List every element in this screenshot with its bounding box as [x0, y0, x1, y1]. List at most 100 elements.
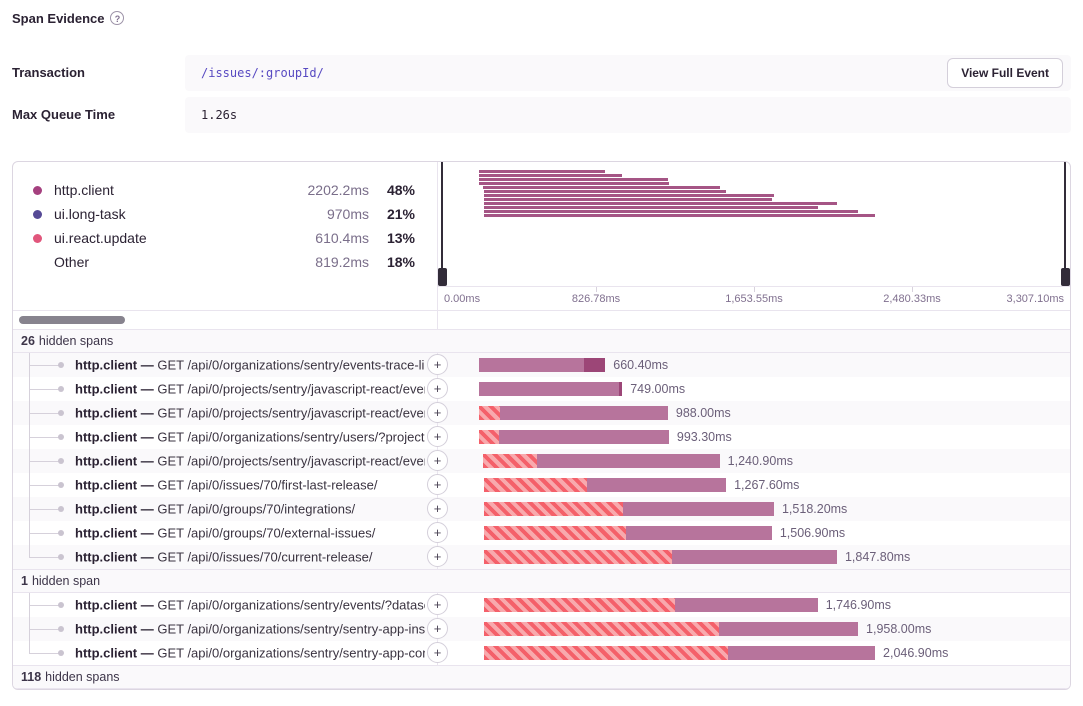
- span-bar[interactable]: [623, 502, 774, 516]
- span-description-cell: http.client — GET /api/0/groups/70/exter…: [13, 521, 438, 545]
- expand-span-button[interactable]: +: [427, 402, 448, 423]
- minimap-span-bar: [483, 186, 720, 189]
- span-description: http.client — GET /api/0/organizations/s…: [75, 646, 425, 661]
- span-duration-cell: 1,847.80ms: [438, 545, 1070, 569]
- span-bar[interactable]: [672, 550, 837, 564]
- handle-grip-icon: [1061, 268, 1070, 286]
- tree-connector-line: [29, 365, 60, 366]
- expand-span-button[interactable]: +: [427, 546, 448, 567]
- span-duration-label: 1,267.60ms: [734, 478, 799, 492]
- axis-tick-mark: [912, 287, 913, 292]
- span-bar-delay-segment: [484, 550, 673, 564]
- hidden-spans-text: hidden spans: [45, 670, 119, 684]
- expand-span-button[interactable]: +: [427, 474, 448, 495]
- span-http-description: GET /api/0/issues/70/current-release/: [157, 550, 372, 565]
- tree-node-dot-icon: [58, 554, 64, 560]
- expand-span-button[interactable]: +: [427, 594, 448, 615]
- tree-node-dot-icon: [58, 458, 64, 464]
- span-row[interactable]: http.client — GET /api/0/organizations/s…: [13, 593, 1070, 617]
- expand-span-button[interactable]: +: [427, 618, 448, 639]
- expand-span-button[interactable]: +: [427, 642, 448, 663]
- span-bar[interactable]: [728, 646, 876, 660]
- span-bar[interactable]: [479, 382, 619, 396]
- expand-span-button[interactable]: +: [427, 378, 448, 399]
- span-bar[interactable]: [500, 406, 668, 420]
- max-queue-time-label: Max Queue Time: [12, 97, 185, 133]
- minimap-right-handle[interactable]: [1061, 162, 1070, 286]
- span-bar-delay-segment: [484, 646, 728, 660]
- span-row[interactable]: http.client — GET /api/0/groups/70/integ…: [13, 497, 1070, 521]
- span-row[interactable]: http.client — GET /api/0/issues/70/curre…: [13, 545, 1070, 569]
- span-http-description: GET /api/0/organizations/sentry/sentry-a…: [157, 646, 425, 661]
- span-duration-label: 993.30ms: [677, 430, 732, 444]
- expand-span-button[interactable]: +: [427, 498, 448, 519]
- legend-op-percent: 48%: [369, 182, 415, 198]
- span-row[interactable]: http.client — GET /api/0/organizations/s…: [13, 641, 1070, 665]
- view-full-event-button[interactable]: View Full Event: [947, 58, 1063, 88]
- span-bar[interactable]: [479, 358, 584, 372]
- span-duration-label: 1,506.90ms: [780, 526, 845, 540]
- expand-span-button[interactable]: +: [427, 450, 448, 471]
- span-op-label: http.client —: [75, 526, 157, 541]
- span-bar-delay-segment: [484, 598, 675, 612]
- span-row[interactable]: http.client — GET /api/0/projects/sentry…: [13, 401, 1070, 425]
- span-http-description: GET /api/0/groups/70/integrations/: [157, 502, 355, 517]
- transaction-label: Transaction: [12, 55, 185, 91]
- minimap-span-bar: [484, 206, 818, 209]
- span-row[interactable]: http.client — GET /api/0/issues/70/first…: [13, 473, 1070, 497]
- expand-span-button[interactable]: +: [427, 354, 448, 375]
- expand-span-button[interactable]: +: [427, 426, 448, 447]
- tree-node-dot-icon: [58, 434, 64, 440]
- span-bar-delay-segment: [479, 430, 499, 444]
- axis-tick-mark: [754, 287, 755, 292]
- span-op-label: http.client —: [75, 622, 157, 637]
- span-bar[interactable]: [719, 622, 858, 636]
- max-queue-time-value-box: 1.26s: [185, 97, 1071, 133]
- page-title-row: Span Evidence ?: [12, 10, 1071, 26]
- span-description-cell: http.client — GET /api/0/organizations/s…: [13, 425, 438, 449]
- span-row[interactable]: http.client — GET /api/0/organizations/s…: [13, 353, 1070, 377]
- span-bar[interactable]: [675, 598, 818, 612]
- span-bar[interactable]: [626, 526, 772, 540]
- minimap-span-bar: [484, 198, 772, 201]
- span-bar[interactable]: [499, 430, 669, 444]
- scrollbar-thumb[interactable]: [19, 316, 125, 324]
- span-row[interactable]: http.client — GET /api/0/projects/sentry…: [13, 449, 1070, 473]
- axis-tick-label: 3,307.10ms: [1007, 293, 1064, 305]
- legend-op-percent: 18%: [369, 254, 415, 270]
- tree-connector-line: [29, 509, 60, 510]
- legend-op-duration: 2202.2ms: [308, 182, 369, 198]
- transaction-value-box: /issues/:groupId/ View Full Event: [185, 55, 1071, 91]
- span-row[interactable]: http.client — GET /api/0/organizations/s…: [13, 425, 1070, 449]
- horizontal-scrollbar-track[interactable]: [13, 311, 438, 329]
- span-minimap[interactable]: [438, 162, 1070, 287]
- minimap-span-bar: [479, 174, 622, 177]
- tree-node-dot-icon: [58, 626, 64, 632]
- help-question-icon[interactable]: ?: [110, 11, 124, 25]
- span-row[interactable]: http.client — GET /api/0/projects/sentry…: [13, 377, 1070, 401]
- legend-op-duration: 819.2ms: [315, 254, 369, 270]
- scrollbar-row-spacer: [438, 311, 1070, 329]
- tree-connector-line: [29, 437, 60, 438]
- transaction-link[interactable]: /issues/:groupId/: [201, 66, 324, 80]
- span-http-description: GET /api/0/organizations/sentry/users/?p…: [157, 430, 425, 445]
- hidden-spans-row: 118hidden spans: [13, 665, 1070, 689]
- legend-op-name: ui.long-task: [54, 206, 327, 222]
- span-tree-panel: http.client2202.2ms48%ui.long-task970ms2…: [12, 161, 1071, 690]
- chart-header-section: http.client2202.2ms48%ui.long-task970ms2…: [13, 162, 1070, 310]
- span-duration-cell: 1,267.60ms: [438, 473, 1070, 497]
- span-bar[interactable]: [537, 454, 719, 468]
- tree-connector-line: [29, 461, 60, 462]
- span-row[interactable]: http.client — GET /api/0/organizations/s…: [13, 617, 1070, 641]
- expand-span-button[interactable]: +: [427, 522, 448, 543]
- span-bar-delay-segment: [484, 502, 623, 516]
- span-bar[interactable]: [587, 478, 726, 492]
- span-description: http.client — GET /api/0/issues/70/first…: [75, 478, 425, 493]
- minimap-left-handle[interactable]: [438, 162, 447, 286]
- minimap-span-bar: [484, 210, 858, 213]
- span-row[interactable]: http.client — GET /api/0/groups/70/exter…: [13, 521, 1070, 545]
- tree-connector-line: [29, 389, 60, 390]
- span-http-description: GET /api/0/projects/sentry/javascript-re…: [157, 406, 425, 421]
- legend-op-name: Other: [54, 254, 315, 270]
- span-duration-label: 1,847.80ms: [845, 550, 910, 564]
